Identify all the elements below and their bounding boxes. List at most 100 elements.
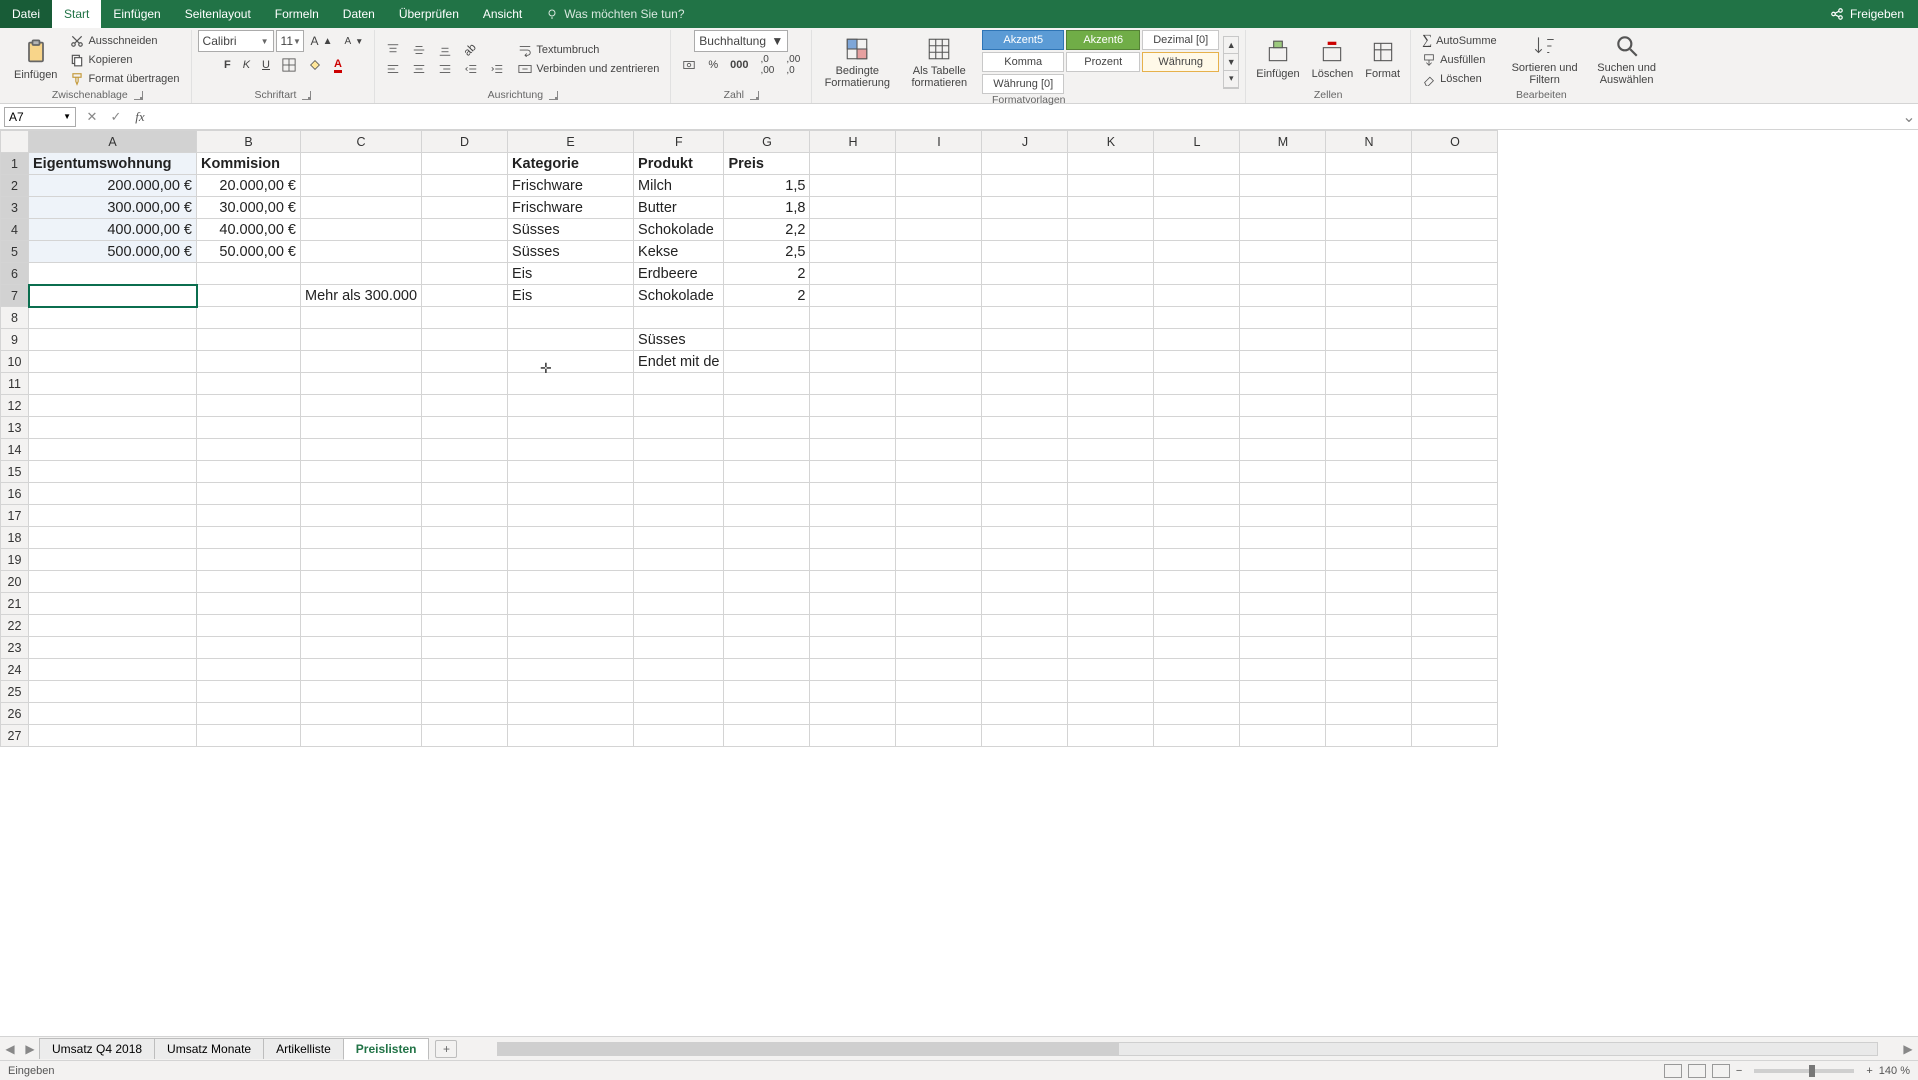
cell-D19[interactable] [422, 549, 508, 571]
tab-nav-next[interactable]: ▶ [20, 1042, 40, 1056]
cell-M23[interactable] [1240, 637, 1326, 659]
bold-button[interactable]: F [219, 56, 236, 74]
cell-G1[interactable]: Preis [724, 153, 810, 175]
percent-format-button[interactable]: % [703, 56, 723, 74]
cell-M5[interactable] [1240, 241, 1326, 263]
cell-E2[interactable]: Frischware [508, 175, 634, 197]
cell-N1[interactable] [1326, 153, 1412, 175]
cell-M2[interactable] [1240, 175, 1326, 197]
cell-B18[interactable] [197, 527, 301, 549]
cell-G17[interactable] [724, 505, 810, 527]
scroll-right-button[interactable]: ▶ [1898, 1042, 1918, 1056]
col-header-C[interactable]: C [301, 131, 422, 153]
cell-I19[interactable] [896, 549, 982, 571]
view-pagelayout-button[interactable] [1688, 1064, 1706, 1078]
cell-E12[interactable] [508, 395, 634, 417]
col-header-O[interactable]: O [1412, 131, 1498, 153]
cell-K5[interactable] [1068, 241, 1154, 263]
view-pagebreak-button[interactable] [1712, 1064, 1730, 1078]
cell-M22[interactable] [1240, 615, 1326, 637]
cell-J22[interactable] [982, 615, 1068, 637]
cell-O8[interactable] [1412, 307, 1498, 329]
cell-I3[interactable] [896, 197, 982, 219]
cell-G8[interactable] [724, 307, 810, 329]
cell-J18[interactable] [982, 527, 1068, 549]
cell-G11[interactable] [724, 373, 810, 395]
merge-center-button[interactable]: Verbinden und zentrieren [513, 60, 664, 78]
cell-L19[interactable] [1154, 549, 1240, 571]
cell-A2[interactable]: 200.000,00 € [29, 175, 197, 197]
cell-C24[interactable] [301, 659, 422, 681]
cell-B5[interactable]: 50.000,00 € [197, 241, 301, 263]
cell-D11[interactable] [422, 373, 508, 395]
cell-H24[interactable] [810, 659, 896, 681]
cell-K13[interactable] [1068, 417, 1154, 439]
cell-G20[interactable] [724, 571, 810, 593]
cell-E14[interactable] [508, 439, 634, 461]
cell-D26[interactable] [422, 703, 508, 725]
cell-B22[interactable] [197, 615, 301, 637]
cell-A24[interactable] [29, 659, 197, 681]
cell-F14[interactable] [634, 439, 724, 461]
cell-G25[interactable] [724, 681, 810, 703]
cell-M18[interactable] [1240, 527, 1326, 549]
cell-E15[interactable] [508, 461, 634, 483]
cell-F17[interactable] [634, 505, 724, 527]
cell-E27[interactable] [508, 725, 634, 747]
cell-K16[interactable] [1068, 483, 1154, 505]
dialog-launcher-icon[interactable] [134, 91, 143, 100]
cell-C12[interactable] [301, 395, 422, 417]
cell-N10[interactable] [1326, 351, 1412, 373]
cell-E13[interactable] [508, 417, 634, 439]
row-header[interactable]: 19 [1, 549, 29, 571]
cell-F16[interactable] [634, 483, 724, 505]
col-header-A[interactable]: A [29, 131, 197, 153]
col-header-L[interactable]: L [1154, 131, 1240, 153]
cell-L13[interactable] [1154, 417, 1240, 439]
cell-B8[interactable] [197, 307, 301, 329]
cell-M24[interactable] [1240, 659, 1326, 681]
cell-I12[interactable] [896, 395, 982, 417]
cell-I14[interactable] [896, 439, 982, 461]
cell-O20[interactable] [1412, 571, 1498, 593]
cell-G16[interactable] [724, 483, 810, 505]
cell-L11[interactable] [1154, 373, 1240, 395]
cell-M12[interactable] [1240, 395, 1326, 417]
cell-D27[interactable] [422, 725, 508, 747]
cell-I24[interactable] [896, 659, 982, 681]
style-gallery-scroll[interactable]: ▲ ▼ ▾ [1223, 36, 1239, 89]
cell-C9[interactable] [301, 329, 422, 351]
cell-N4[interactable] [1326, 219, 1412, 241]
cell-G4[interactable]: 2,2 [724, 219, 810, 241]
cell-G3[interactable]: 1,8 [724, 197, 810, 219]
cell-A23[interactable] [29, 637, 197, 659]
cell-C21[interactable] [301, 593, 422, 615]
cell-O19[interactable] [1412, 549, 1498, 571]
cell-K1[interactable] [1068, 153, 1154, 175]
cell-E7[interactable]: Eis [508, 285, 634, 307]
autosum-button[interactable]: ∑AutoSumme [1417, 32, 1502, 50]
cell-N27[interactable] [1326, 725, 1412, 747]
decrease-decimal-button[interactable]: ,00,0 [781, 56, 805, 74]
style-waehrung[interactable]: Währung [1142, 52, 1219, 72]
accounting-format-button[interactable] [677, 56, 701, 74]
cell-M26[interactable] [1240, 703, 1326, 725]
cell-D16[interactable] [422, 483, 508, 505]
cell-C3[interactable] [301, 197, 422, 219]
cell-G22[interactable] [724, 615, 810, 637]
cell-H1[interactable] [810, 153, 896, 175]
row-header[interactable]: 27 [1, 725, 29, 747]
cell-N12[interactable] [1326, 395, 1412, 417]
paste-button[interactable]: Einfügen [10, 36, 61, 83]
cell-F25[interactable] [634, 681, 724, 703]
cell-F8[interactable] [634, 307, 724, 329]
cell-C17[interactable] [301, 505, 422, 527]
tab-ueberpruefen[interactable]: Überprüfen [387, 0, 471, 28]
cell-K12[interactable] [1068, 395, 1154, 417]
cell-M3[interactable] [1240, 197, 1326, 219]
cell-O27[interactable] [1412, 725, 1498, 747]
cell-F24[interactable] [634, 659, 724, 681]
decrease-indent-button[interactable] [459, 60, 483, 78]
cell-F20[interactable] [634, 571, 724, 593]
tab-ansicht[interactable]: Ansicht [471, 0, 534, 28]
